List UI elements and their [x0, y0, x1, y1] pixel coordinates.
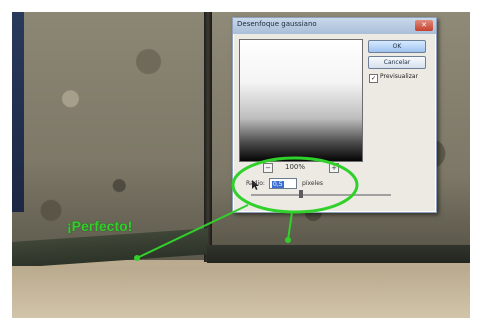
highlight-ellipse: [231, 156, 359, 214]
arrow-line-down: [287, 211, 293, 241]
screenshot-frame: Desenfoque gaussiano ✕ − 100% + OK Cance…: [0, 0, 480, 331]
arrow-line-left: [136, 204, 249, 259]
arrow-tip-left: [134, 255, 140, 261]
annotation-arrows: [134, 156, 359, 261]
arrow-tip-down: [285, 237, 291, 243]
perfect-annotation: ¡Perfecto!: [67, 218, 133, 234]
